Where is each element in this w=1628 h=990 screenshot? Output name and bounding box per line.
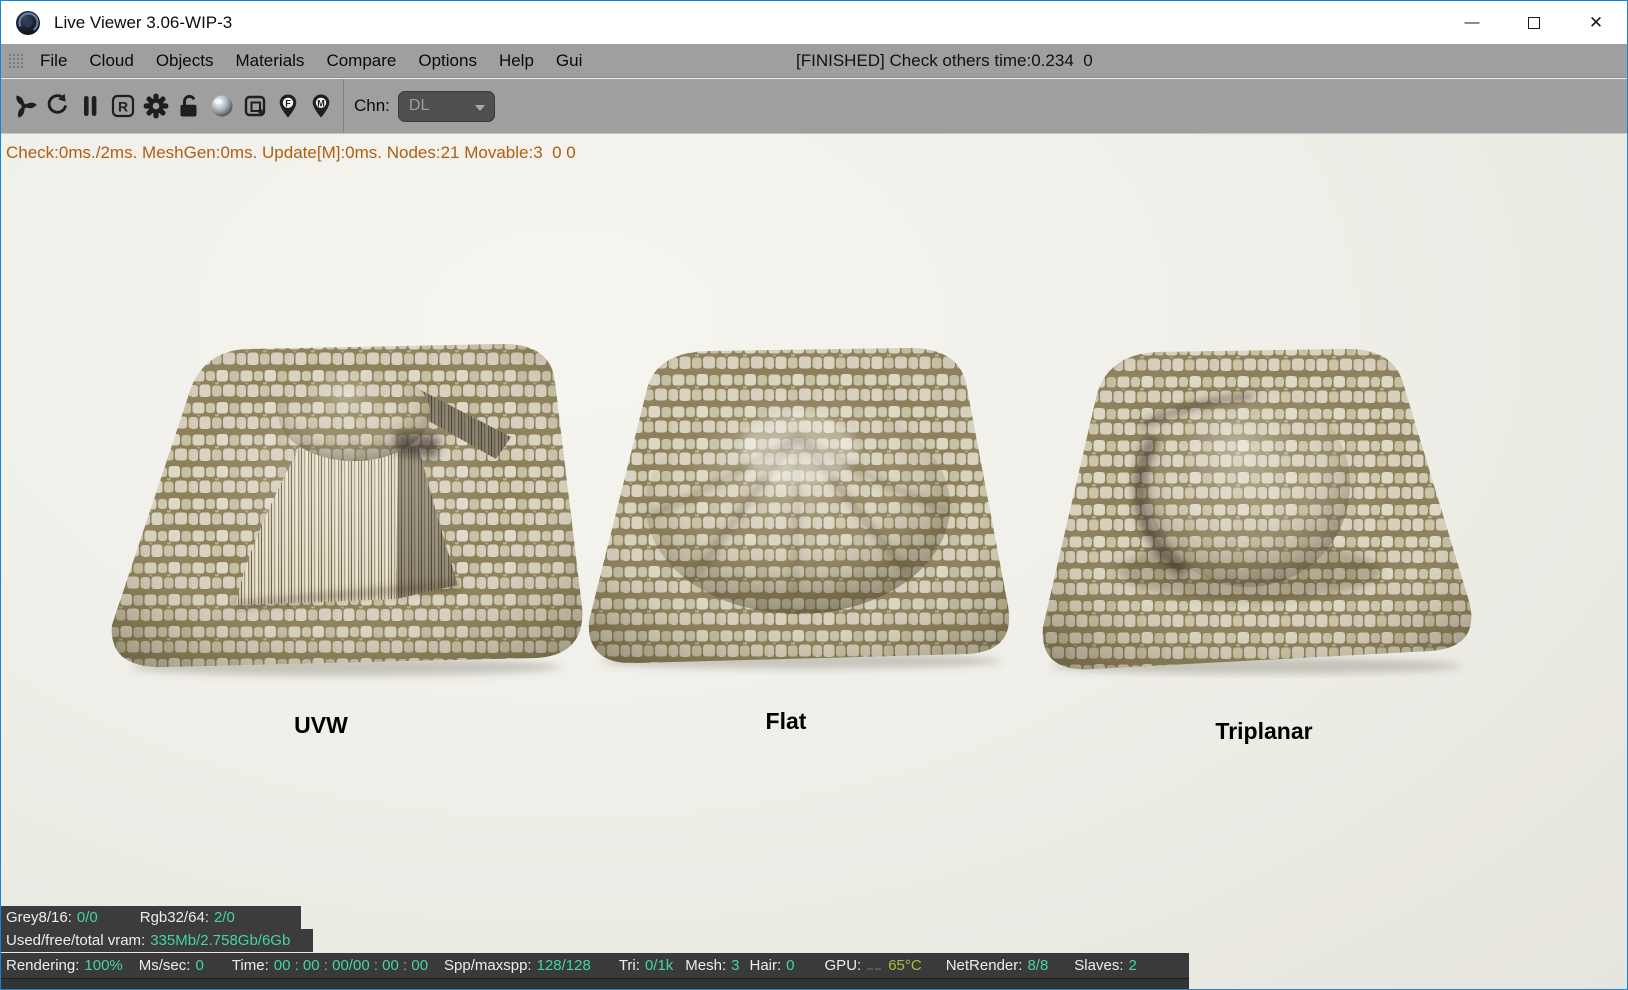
lock-icon [180, 94, 196, 117]
menu-file[interactable]: File [29, 51, 78, 71]
render-fan-icon [15, 95, 37, 118]
app-logo-icon [16, 10, 40, 35]
render-finished-status: [FINISHED] Check others time:0.234 0 [796, 50, 1093, 70]
render-region-button[interactable] [238, 86, 271, 126]
minimize-button[interactable]: — [1441, 1, 1503, 44]
title-bar[interactable]: Live Viewer 3.06-WIP-3 — ✕ [1, 1, 1627, 44]
minimize-icon: — [1464, 14, 1480, 31]
render-fan-button[interactable] [7, 86, 40, 126]
menu-compare[interactable]: Compare [315, 51, 407, 71]
maximize-button[interactable] [1503, 1, 1565, 44]
toolbar-separator [343, 79, 344, 133]
viewport-status-line: Check:0ms./2ms. MeshGen:0ms. Update[M]:0… [6, 143, 576, 162]
vram-stats-bar: Used/free/total vram: 335Mb/2.758Gb/6Gb [1, 929, 313, 952]
drag-grip-icon[interactable] [8, 53, 23, 68]
pick-focus-button[interactable]: F [271, 86, 304, 126]
stat-spp: Spp/maxspp: 128/128 [444, 957, 591, 974]
stat-rendering: Rendering: 100% [6, 957, 123, 974]
svg-text:R: R [117, 98, 127, 114]
channel-label: Chn: [354, 96, 390, 115]
render-region-icon [244, 95, 265, 117]
svg-text:F: F [285, 98, 291, 108]
panel-label-flat: Flat [765, 708, 807, 734]
live-viewer-window: Live Viewer 3.06-WIP-3 — ✕ File Cloud Ob… [0, 0, 1628, 990]
material-sphere-icon [211, 95, 232, 117]
menu-objects[interactable]: Objects [145, 51, 225, 71]
panel-label-uvw: UVW [294, 712, 348, 738]
render-panel-flat [588, 347, 1010, 669]
rgb-value: 2/0 [213, 909, 235, 926]
settings-gear-icon [143, 93, 168, 119]
stat-time: Time: 00 : 00 : 00/00 : 00 : 00 [231, 957, 429, 974]
stat-gpu: GPU: 65°C [824, 957, 922, 974]
toolbar: R F M Chn: DL [1, 79, 1627, 133]
render-panel-uvw [111, 343, 583, 676]
stat-mesh: Mesh: 3 [685, 957, 740, 974]
stat-tri: Tri: 0/1k [618, 957, 674, 974]
close-button[interactable]: ✕ [1565, 1, 1627, 44]
svg-text:M: M [317, 98, 325, 108]
vram-value: 335Mb/2.758Gb/6Gb [150, 932, 291, 949]
close-icon: ✕ [1588, 12, 1604, 32]
lock-button[interactable] [172, 86, 205, 126]
pause-icon [83, 96, 96, 116]
menu-cloud[interactable]: Cloud [78, 51, 144, 71]
stat-netrender: NetRender: 8/8 [945, 957, 1049, 974]
restart-render-button[interactable]: R [106, 86, 139, 126]
menu-bar: File Cloud Objects Materials Compare Opt… [1, 44, 1627, 78]
gpu-meter-icon [867, 967, 882, 970]
settings-button[interactable] [139, 86, 172, 126]
pause-button[interactable] [73, 86, 106, 126]
stat-hair: Hair: 0 [749, 957, 795, 974]
framebuffer-stats-bar: Grey8/16: 0/0 Rgb32/64: 2/0 [1, 906, 301, 929]
material-ball-button[interactable] [205, 86, 238, 126]
refresh-button[interactable] [40, 86, 73, 126]
menu-options[interactable]: Options [407, 51, 488, 71]
pick-material-button[interactable]: M [304, 86, 337, 126]
render-stats-bar: Rendering: 100% Ms/sec: 0 Time: 00 : 00 : 0… [1, 953, 1189, 978]
stat-mssec: Ms/sec: 0 [138, 957, 204, 974]
channel-dropdown[interactable]: DL [397, 90, 495, 122]
grey-value: 0/0 [76, 909, 98, 926]
menu-materials[interactable]: Materials [224, 51, 315, 71]
rgb-label: Rgb32/64: [139, 909, 209, 926]
grey-label: Grey8/16: [6, 909, 72, 926]
vram-label: Used/free/total vram: [6, 932, 146, 949]
refresh-icon [47, 93, 67, 114]
render-viewport[interactable]: Check:0ms./2ms. MeshGen:0ms. Update[M]:0… [1, 133, 1627, 989]
chevron-down-icon [474, 104, 485, 111]
window-title: Live Viewer 3.06-WIP-3 [54, 12, 233, 32]
menu-gui[interactable]: Gui [545, 51, 593, 71]
maximize-icon [1528, 16, 1540, 29]
pin-focus-icon: F [279, 94, 296, 118]
pin-material-icon: M [312, 94, 329, 118]
menu-help[interactable]: Help [488, 51, 545, 71]
channel-value: DL [408, 97, 430, 114]
stat-slaves: Slaves: 2 [1074, 957, 1137, 974]
restart-letter-icon: R [111, 94, 134, 118]
panel-label-triplanar: Triplanar [1215, 718, 1313, 744]
stats-sub-bar [1, 978, 1189, 989]
render-panel-triplanar [1042, 348, 1472, 674]
